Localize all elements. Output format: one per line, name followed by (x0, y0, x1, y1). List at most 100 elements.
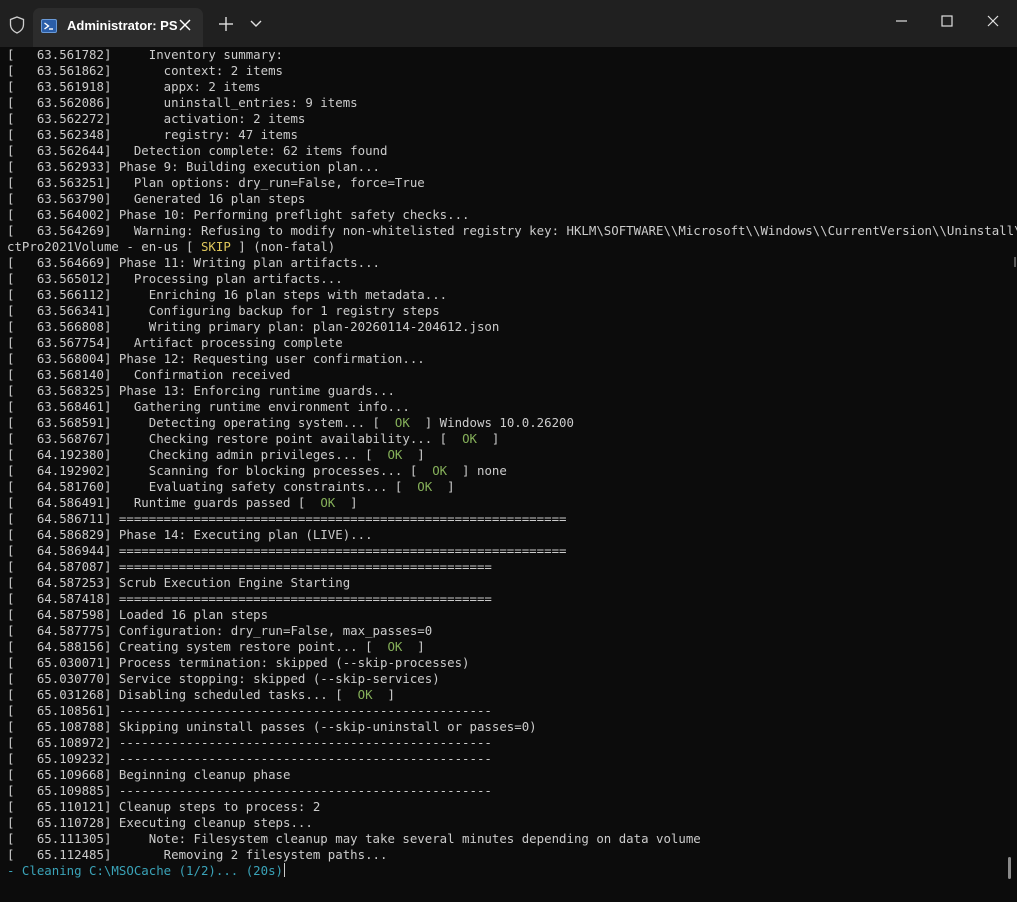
progress-status-line: - Cleaning C:\MSOCache (1/2)... (20s) (7, 863, 1002, 879)
line-text: [ 63.562348] registry: 47 items (7, 127, 298, 142)
line-text: [ 63.568140] Confirmation received (7, 367, 291, 382)
status-text: - Cleaning C:\MSOCache (1/2)... (20s) (7, 863, 284, 878)
scrollbar-thumb[interactable] (1008, 857, 1011, 879)
terminal-line: [ 63.564669] Phase 11: Writing plan arti… (7, 255, 1002, 271)
terminal-line: [ 63.568325] Phase 13: Enforcing runtime… (7, 383, 1002, 399)
line-text: [ 63.562272] activation: 2 items (7, 111, 306, 126)
line-text: [ 65.030770] Service stopping: skipped (… (7, 671, 440, 686)
terminal-line: [ 65.030071] Process termination: skippe… (7, 655, 1002, 671)
terminal-line: [ 63.562644] Detection complete: 62 item… (7, 143, 1002, 159)
terminal-line: [ 64.192902] Scanning for blocking proce… (7, 463, 1002, 479)
terminal-content: [ 63.561782] Inventory summary:[ 63.5618… (7, 47, 1017, 879)
line-text: [ 64.587253] Scrub Execution Engine Star… (7, 575, 351, 590)
window-close-icon[interactable] (983, 11, 1003, 31)
terminal-output[interactable]: [ 63.561782] Inventory summary:[ 63.5618… (0, 47, 1017, 902)
terminal-line: [ 65.108972] ---------------------------… (7, 735, 1002, 751)
terminal-line: [ 63.563790] Generated 16 plan steps (7, 191, 1002, 207)
line-text: [ 63.564002] Phase 10: Performing prefli… (7, 207, 470, 222)
line-text: [ 63.563251] Plan options: dry_run=False… (7, 175, 425, 190)
status-ok: OK (320, 495, 336, 510)
line-text: [ 64.586829] Phase 14: Executing plan (L… (7, 527, 373, 542)
terminal-line: [ 65.030770] Service stopping: skipped (… (7, 671, 1002, 687)
terminal-line: [ 65.108788] Skipping uninstall passes (… (7, 719, 1002, 735)
terminal-line: [ 63.568140] Confirmation received (7, 367, 1002, 383)
status-ok: OK (432, 463, 448, 478)
line-text: [ 63.568325] Phase 13: Enforcing runtime… (7, 383, 395, 398)
line-text: [ 64.587598] Loaded 16 plan steps (7, 607, 269, 622)
line-text: [ 65.109885] ---------------------------… (7, 783, 492, 798)
terminal-line: [ 64.586829] Phase 14: Executing plan (L… (7, 527, 1002, 543)
terminal-line: [ 64.586944] ===========================… (7, 543, 1002, 559)
terminal-line: [ 63.563251] Plan options: dry_run=False… (7, 175, 1002, 191)
line-text: [ 63.562933] Phase 9: Building execution… (7, 159, 380, 174)
status-skip: SKIP (200, 239, 231, 254)
status-ok: OK (387, 447, 403, 462)
line-text: ] (non-fatal) (230, 239, 336, 254)
line-text: ] none (447, 463, 507, 478)
plus-icon[interactable] (217, 15, 235, 33)
line-text: [ 64.586711] ===========================… (7, 511, 567, 526)
line-text: [ 63.568767] Checking restore point avai… (7, 431, 463, 446)
line-text: ] (402, 447, 425, 462)
terminal-line: [ 65.111305] Note: Filesystem cleanup ma… (7, 831, 1002, 847)
line-text: [ 63.562086] uninstall_entries: 9 items (7, 95, 358, 110)
chevron-down-icon[interactable] (247, 17, 265, 31)
terminal-line: [ 63.562272] activation: 2 items (7, 111, 1002, 127)
terminal-line: [ 64.587418] ===========================… (7, 591, 1002, 607)
terminal-line: [ 63.568591] Detecting operating system.… (7, 415, 1002, 431)
terminal-line: [ 65.109885] ---------------------------… (7, 783, 1002, 799)
tab-administrator-ps[interactable]: Administrator: PS (33, 8, 203, 47)
terminal-line: ctPro2021Volume - en-us [ SKIP ] (non-fa… (7, 239, 1002, 255)
line-text: [ 63.562644] Detection complete: 62 item… (7, 143, 388, 158)
terminal-line: [ 65.109668] Beginning cleanup phase (7, 767, 1002, 783)
line-text: ] (335, 495, 358, 510)
line-text: [ 64.587775] Configuration: dry_run=Fals… (7, 623, 433, 638)
line-text: [ 63.564669] Phase 11: Writing plan arti… (7, 255, 380, 270)
line-text: [ 63.565012] Processing plan artifacts..… (7, 271, 343, 286)
terminal-line: [ 64.587775] Configuration: dry_run=Fals… (7, 623, 1002, 639)
terminal-line: [ 63.561918] appx: 2 items (7, 79, 1002, 95)
line-text: ] (432, 479, 455, 494)
line-text: ] (476, 431, 500, 446)
shield-icon (9, 16, 25, 34)
line-text: [ 64.587418] ===========================… (7, 591, 492, 606)
maximize-icon[interactable] (937, 11, 957, 31)
line-text: [ 63.561782] Inventory summary: (7, 47, 284, 62)
line-text: [ 65.109668] Beginning cleanup phase (7, 767, 291, 782)
terminal-line: [ 65.108561] ---------------------------… (7, 703, 1002, 719)
terminal-line: [ 63.567754] Artifact processing complet… (7, 335, 1002, 351)
line-text: [ 63.568591] Detecting operating system.… (7, 415, 395, 430)
line-text: [ 65.110121] Cleanup steps to process: 2 (7, 799, 321, 814)
line-text: [ 65.108972] ---------------------------… (7, 735, 492, 750)
terminal-line: [ 63.561782] Inventory summary: (7, 47, 1002, 63)
terminal-line: [ 65.109232] ---------------------------… (7, 751, 1002, 767)
terminal-line: [ 65.031268] Disabling scheduled tasks..… (7, 687, 1002, 703)
line-text: [ 63.564269] Warning: Refusing to modify… (7, 223, 1017, 238)
text-cursor (284, 863, 286, 877)
close-icon[interactable] (176, 16, 194, 34)
line-text: [ 63.567754] Artifact processing complet… (7, 335, 343, 350)
line-text: [ 63.563790] Generated 16 plan steps (7, 191, 306, 206)
line-text: ] Windows 10.0.26200 (409, 415, 574, 430)
terminal-line: [ 64.587598] Loaded 16 plan steps (7, 607, 1002, 623)
terminal-line: [ 65.110728] Executing cleanup steps... (7, 815, 1002, 831)
powershell-icon (41, 19, 57, 33)
terminal-line: [ 65.112485] Removing 2 filesystem paths… (7, 847, 1002, 863)
line-text: [ 64.586944] ===========================… (7, 543, 567, 558)
status-ok: OK (417, 479, 433, 494)
terminal-line: [ 63.566341] Configuring backup for 1 re… (7, 303, 1002, 319)
minimize-icon[interactable] (892, 11, 912, 31)
line-text: ] (402, 639, 425, 654)
terminal-line: [ 64.587253] Scrub Execution Engine Star… (7, 575, 1002, 591)
terminal-window: Administrator: PS [ 63.561782] Inventory… (0, 0, 1017, 902)
line-text: [ 65.030071] Process termination: skippe… (7, 655, 470, 670)
line-text: [ 65.112485] Removing 2 filesystem paths… (7, 847, 388, 862)
terminal-line: [ 63.564002] Phase 10: Performing prefli… (7, 207, 1002, 223)
terminal-line: [ 64.192380] Checking admin privileges..… (7, 447, 1002, 463)
tab-title: Administrator: PS (67, 18, 178, 33)
terminal-line: [ 63.565012] Processing plan artifacts..… (7, 271, 1002, 287)
terminal-line: [ 63.566112] Enriching 16 plan steps wit… (7, 287, 1002, 303)
line-text: ctPro2021Volume - en-us [ (7, 239, 201, 254)
line-text: ] (372, 687, 395, 702)
status-ok: OK (387, 639, 403, 654)
